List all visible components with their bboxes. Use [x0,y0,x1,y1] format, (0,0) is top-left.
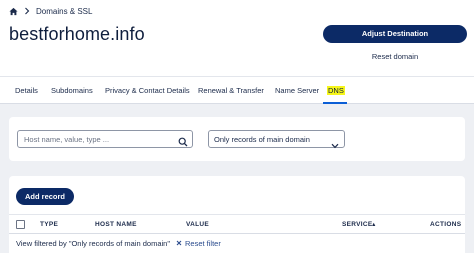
search-input[interactable] [24,133,174,146]
page-title: bestforhome.info [9,24,145,44]
close-icon [176,239,182,248]
filter-value: "Only records of main domain" [68,239,171,248]
add-record-button[interactable]: Add record [16,188,74,205]
record-scope-select[interactable]: Only records of main domain [208,130,345,149]
chevron-down-icon [331,136,339,154]
domain-header: Domains & SSL bestforhome.info Adjust De… [0,0,474,76]
col-host-name[interactable]: HOST NAME [95,221,137,228]
select-value: Only records of main domain [214,135,310,144]
col-type[interactable]: TYPE [40,221,58,228]
filter-prefix: View filtered by [16,239,69,248]
adjust-destination-button[interactable]: Adjust Destination [323,25,467,43]
search-box [17,130,193,148]
tab-dns[interactable]: DNS [327,86,345,95]
col-value[interactable]: VALUE [186,221,209,228]
active-filter-row: View filtered by "Only records of main d… [9,236,465,250]
col-actions: ACTIONS [430,221,462,228]
reset-domain-link[interactable]: Reset domain [323,52,467,64]
tab-subdomains[interactable]: Subdomains [51,86,93,95]
table-header: TYPE HOST NAME VALUE SERVICE ▲ ACTIONS [9,214,465,234]
tab-details[interactable]: Details [15,86,38,95]
col-service[interactable]: SERVICE [342,221,373,228]
active-tab-indicator [323,102,347,104]
tab-privacy-contact[interactable]: Privacy & Contact Details [105,86,190,95]
search-icon[interactable] [178,134,188,152]
records-card: Add record TYPE HOST NAME VALUE SERVICE … [9,176,465,253]
breadcrumb: Domains & SSL [9,5,92,17]
sort-ascending-icon[interactable]: ▲ [371,222,377,228]
reset-filter-label: Reset filter [185,239,221,248]
chevron-right-icon [24,7,30,15]
reset-filter-link[interactable]: Reset filter [176,239,221,248]
select-all-checkbox[interactable] [16,220,25,229]
tab-renewal-transfer[interactable]: Renewal & Transfer [198,86,264,95]
filter-summary: View filtered by "Only records of main d… [16,239,170,248]
breadcrumb-domains-ssl[interactable]: Domains & SSL [36,7,92,16]
home-icon[interactable] [9,7,18,16]
tab-bar: Details Subdomains Privacy & Contact Det… [0,76,474,104]
tab-name-server[interactable]: Name Server [275,86,319,95]
filter-card: Only records of main domain [9,117,465,161]
